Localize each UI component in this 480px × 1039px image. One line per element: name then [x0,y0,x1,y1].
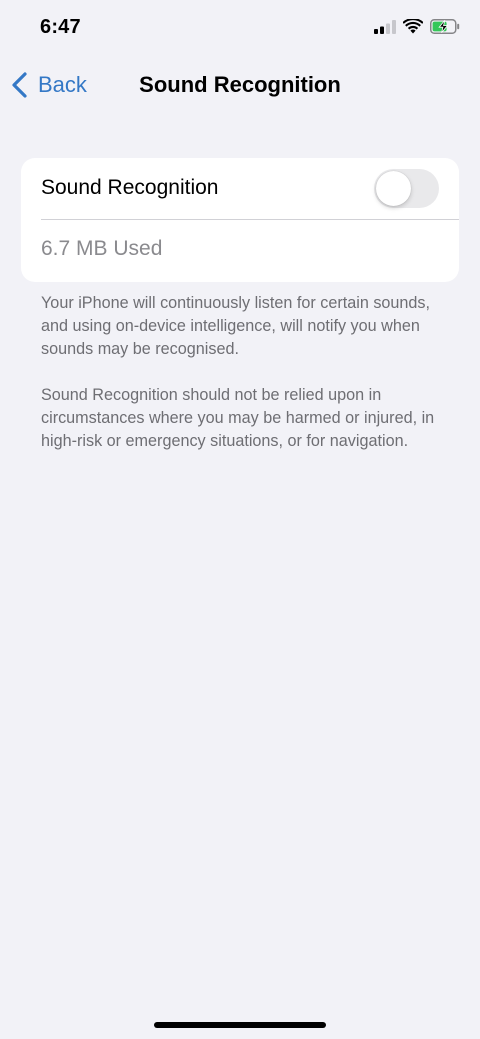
disclaimer-paragraph: Sound Recognition should not be relied u… [41,386,435,450]
sound-recognition-toggle[interactable] [374,169,439,208]
description-paragraph: Your iPhone will continuously listen for… [41,294,431,358]
page-title: Sound Recognition [139,72,341,97]
status-icons [374,17,460,39]
sound-recognition-row: Sound Recognition [21,158,459,219]
navigation-bar: Back Sound Recognition [0,60,480,108]
home-indicator [154,1022,326,1028]
status-bar: 6:47 [0,0,480,60]
settings-card: Sound Recognition 6.7 MB Used [21,158,459,282]
battery-charging-icon [430,19,460,39]
toggle-knob [376,171,411,206]
cellular-signal-icon [374,19,396,39]
wifi-icon [402,17,424,39]
sound-recognition-label: Sound Recognition [41,176,219,199]
status-time: 6:47 [40,16,81,38]
storage-row: 6.7 MB Used [21,220,459,281]
storage-used-text: 6.7 MB Used [41,237,163,260]
